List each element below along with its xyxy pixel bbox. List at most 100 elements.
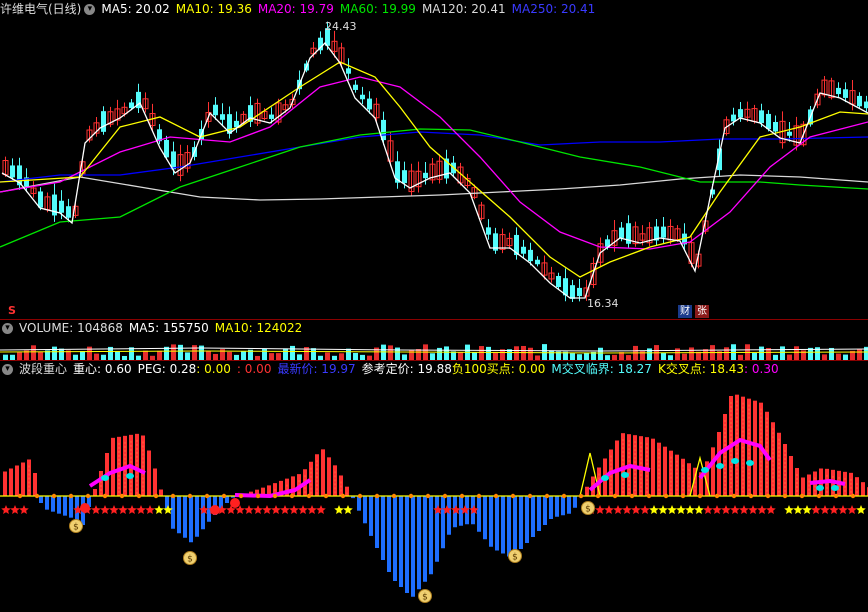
baseline-dot xyxy=(816,493,822,499)
star-icon xyxy=(739,505,749,515)
star-icon xyxy=(613,505,623,515)
oscillator-bar xyxy=(93,489,97,496)
baseline-dot xyxy=(612,493,618,499)
volume-bar xyxy=(192,345,197,360)
star-icon xyxy=(109,505,119,515)
candle-body xyxy=(773,122,778,132)
candle-body xyxy=(661,226,666,238)
volume-bar xyxy=(458,352,463,360)
volume-bar xyxy=(31,345,36,360)
baseline-dot xyxy=(595,493,601,499)
oscillator-bar xyxy=(147,450,151,496)
oscillator-bar xyxy=(399,496,403,587)
limit-up-badge[interactable]: 张 xyxy=(695,305,709,318)
star-icon xyxy=(730,505,740,515)
volume-bar xyxy=(409,349,414,360)
baseline-dot xyxy=(374,493,380,499)
volume-bar xyxy=(486,346,491,360)
volume-bar xyxy=(178,344,183,360)
candle-body xyxy=(10,165,15,178)
volume-bar xyxy=(493,351,498,360)
ma60-label: MA60: 19.99 xyxy=(339,2,416,16)
candle-body xyxy=(66,206,71,218)
oscillator-bar xyxy=(159,489,163,496)
oscillator-bar xyxy=(525,496,529,543)
baseline-dot xyxy=(697,493,703,499)
volume-bar xyxy=(353,352,358,360)
cyan-marker xyxy=(621,472,629,478)
baseline-dot xyxy=(765,493,771,499)
star-icon xyxy=(289,505,299,515)
star-icon xyxy=(829,505,839,515)
oscillator-bar xyxy=(363,496,367,524)
star-icon xyxy=(766,505,776,515)
ma120-label: MA120: 20.41 xyxy=(421,2,506,16)
baseline-dot xyxy=(187,493,193,499)
oscillator-bar xyxy=(45,496,49,510)
candle-body xyxy=(528,249,533,262)
ma10-line xyxy=(0,61,868,278)
peg-label: PEG: 0.28 xyxy=(137,362,197,376)
oscillator-bar xyxy=(57,496,61,514)
finance-badge[interactable]: 财 xyxy=(678,305,692,318)
collapse-icon[interactable]: ▾ xyxy=(2,323,13,334)
volume-bar xyxy=(346,348,351,360)
baseline-dot xyxy=(578,493,584,499)
oscillator-bar xyxy=(447,496,451,535)
star-icon xyxy=(91,505,101,515)
oscillator-bar xyxy=(723,414,727,496)
oscillator-bar xyxy=(543,496,547,525)
baseline-dot xyxy=(306,493,312,499)
baseline-dot xyxy=(442,493,448,499)
baseline-dot xyxy=(238,493,244,499)
candle-body xyxy=(101,111,106,132)
candle-body xyxy=(864,101,868,109)
cyan-marker xyxy=(701,467,709,473)
volume-bar xyxy=(416,349,421,360)
star-icon xyxy=(838,505,848,515)
star-icon xyxy=(847,505,857,515)
baseline-dot xyxy=(153,493,159,499)
oscillator-bar xyxy=(417,496,421,590)
volume-bar xyxy=(227,351,232,360)
money-bag-symbol: $ xyxy=(585,505,591,515)
oscillator-bar xyxy=(423,496,427,582)
volume-bar xyxy=(542,344,547,360)
candle-body xyxy=(213,104,218,116)
volume-bar xyxy=(689,347,694,360)
volume-bar xyxy=(241,351,246,360)
collapse-icon[interactable]: ▾ xyxy=(84,4,96,15)
candle-body xyxy=(367,98,372,110)
star-icon xyxy=(253,505,263,515)
baseline-dot xyxy=(408,493,414,499)
collapse-icon[interactable]: ▾ xyxy=(2,364,13,375)
ma120-line xyxy=(0,174,868,201)
volume-chart[interactable] xyxy=(0,336,868,360)
volume-bar xyxy=(444,346,449,360)
cyan-marker xyxy=(716,463,724,469)
oscillator-bar xyxy=(189,496,193,543)
volume-bar xyxy=(59,348,64,360)
price-chart[interactable] xyxy=(0,17,868,319)
oscillator-bar xyxy=(555,496,559,517)
indicator-chart[interactable]: $ $ $ $ $ xyxy=(0,378,868,612)
money-bag-symbol: $ xyxy=(187,555,193,565)
baseline-dot xyxy=(170,493,176,499)
oscillator-bar xyxy=(381,496,385,560)
baseline-dot xyxy=(629,493,635,499)
candle-body xyxy=(787,131,792,136)
red-marker xyxy=(230,498,240,508)
value2-label: : 0.00 xyxy=(236,362,272,376)
volume-bar xyxy=(472,352,477,360)
star-icon xyxy=(307,505,317,515)
baseline-dot xyxy=(561,493,567,499)
star-icon xyxy=(604,505,614,515)
volume-bar xyxy=(311,348,316,360)
volume-bar xyxy=(290,345,295,360)
money-bag-symbol: $ xyxy=(73,523,79,533)
baseline-dot xyxy=(391,493,397,499)
oscillator-bar xyxy=(861,482,865,496)
candle-body xyxy=(738,109,743,118)
indicator-header: ▾ 波段重心 重心: 0.60 PEG: 0.28: 0.00: 0.00 最新价: 1… xyxy=(0,361,785,377)
baseline-dot xyxy=(493,493,499,499)
